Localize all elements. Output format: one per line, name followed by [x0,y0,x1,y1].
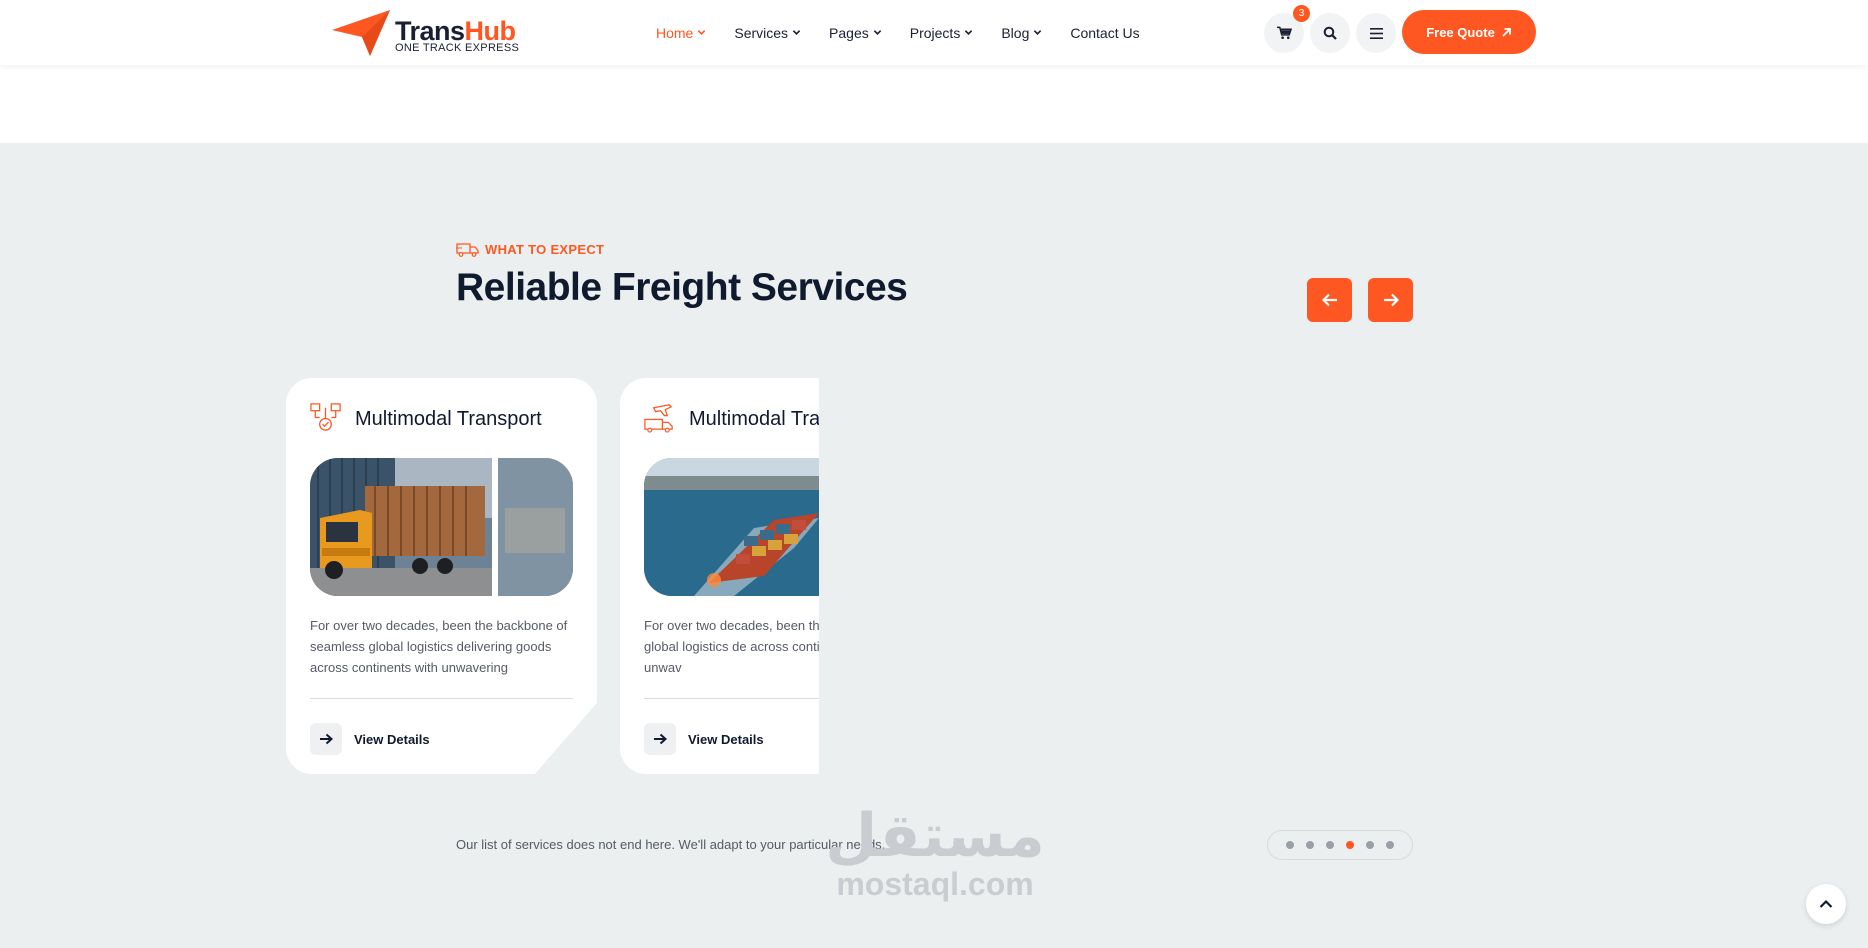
nav-pages[interactable]: Pages [829,25,882,41]
nav-projects[interactable]: Projects [910,25,974,41]
card-description: For over two decades, been th of seamles… [644,618,819,675]
brand-name: TransHub [395,16,516,46]
slider-prev-button[interactable] [1307,278,1352,322]
chevron-down-icon [873,30,881,35]
nav-services[interactable]: Services [734,25,801,41]
card-image-ship [644,458,819,596]
view-details-link[interactable]: View Details [644,723,764,755]
hamburger-icon [1369,27,1383,39]
pagination-dot[interactable] [1366,841,1374,849]
carousel-pagination [1267,830,1413,860]
pagination-dot[interactable] [1386,841,1394,849]
pagination-dot[interactable] [1286,841,1294,849]
card-image-truck [310,458,573,596]
delivery-truck-icon [456,242,479,257]
brand-tagline: ONE TRACK EXPRESS [395,42,520,54]
main-nav: Home Services Pages Projects Blog Contac… [656,0,1168,65]
card-divider [310,698,573,699]
arrow-right-icon [1383,293,1399,307]
cart-icon [1276,26,1292,39]
search-icon [1323,26,1337,40]
menu-button[interactable] [1356,13,1396,53]
section-eyebrow: WHAT TO EXPECT [456,242,604,257]
chevron-down-icon [792,30,801,35]
watermark: مستقل mostaql.com [820,806,1050,900]
watermark-arabic: مستقل [825,801,1045,871]
services-carousel: Multimodal Transport For over two decade… [286,378,819,776]
chevron-down-icon [1034,30,1042,35]
plane-truck-icon [644,404,673,433]
watermark-latin: mostaql.com [836,866,1034,902]
cart-button[interactable]: 3 [1264,5,1310,53]
arrow-right-icon [644,723,676,755]
search-button[interactable] [1310,13,1350,53]
nav-contact[interactable]: Contact Us [1070,25,1139,41]
paper-plane-logo-icon [332,10,390,56]
section-title: Reliable Freight Services [456,266,908,309]
service-card: Multimodal Transport For over two decade… [286,378,597,774]
brand-logo[interactable]: TransHub ONE TRACK EXPRESS [332,10,522,56]
slider-next-button[interactable] [1368,278,1413,322]
nav-home[interactable]: Home [656,25,706,41]
card-divider [644,698,819,699]
card-title: Multimodal Transport [355,408,542,430]
card-title: Multimodal Tra [689,408,819,430]
nav-blog[interactable]: Blog [1001,25,1042,41]
service-card: Multimodal Tra For over two decades, bee… [620,378,819,774]
site-header: TransHub ONE TRACK EXPRESS Home Services… [0,0,1868,65]
arrow-up-right-icon [1502,27,1511,37]
chevron-down-icon [965,30,973,35]
chevron-down-icon [698,30,706,35]
pagination-dot[interactable] [1306,841,1314,849]
cart-count-badge: 3 [1293,5,1310,22]
logistics-network-icon [310,403,341,431]
services-section: WHAT TO EXPECT Reliable Freight Services… [0,143,1868,948]
arrow-left-icon [1321,293,1337,307]
view-details-link[interactable]: View Details [310,723,430,755]
arrow-right-icon [310,723,342,755]
free-quote-button[interactable]: Free Quote [1402,10,1536,54]
pagination-dot-active[interactable] [1346,841,1354,849]
pagination-dot[interactable] [1326,841,1334,849]
scroll-to-top-button[interactable] [1806,884,1846,924]
chevron-up-icon [1819,899,1833,908]
card-description: For over two decades, been the backbone … [310,618,568,675]
